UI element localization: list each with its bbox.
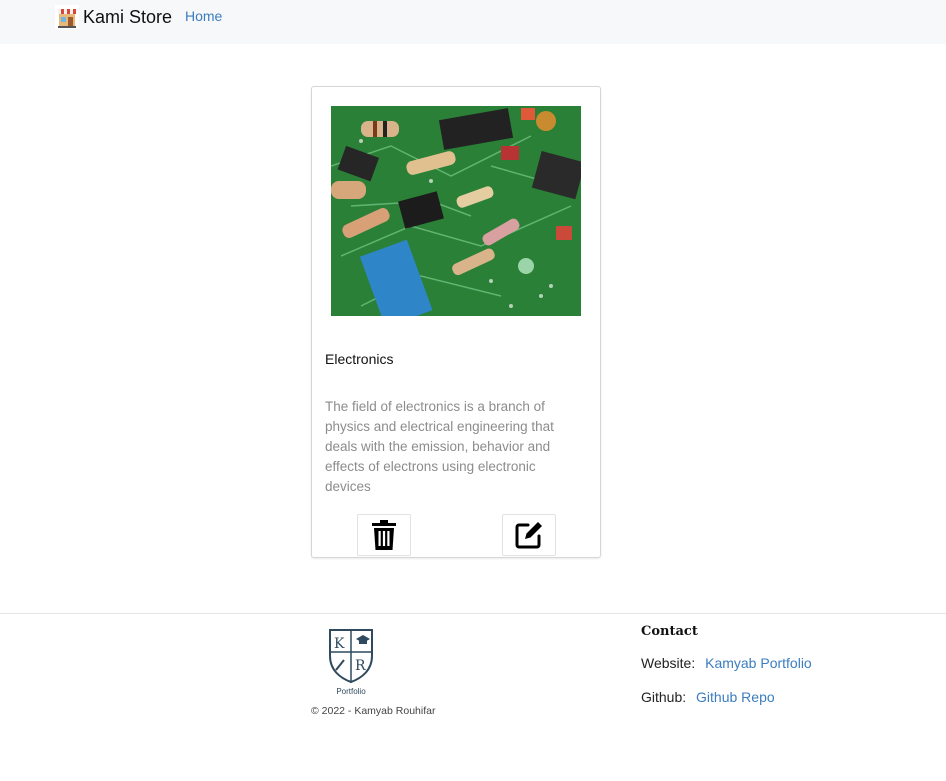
website-link[interactable]: Kamyab Portfolio — [705, 655, 812, 671]
delete-button[interactable] — [357, 514, 411, 556]
edit-icon — [515, 522, 542, 549]
card-description: The field of electronics is a branch of … — [325, 399, 554, 494]
website-row: Website: Kamyab Portfolio — [641, 655, 812, 671]
category-card: Electronics The field of electronics is … — [311, 86, 601, 558]
logo-caption: Portfolio — [336, 687, 366, 696]
circuit-board-image — [331, 106, 581, 316]
portfolio-logo: K R Portfolio — [329, 629, 373, 696]
edit-button[interactable] — [502, 514, 556, 556]
brand-link[interactable]: Kami Store — [55, 4, 172, 30]
logo-letter-k: K — [334, 636, 345, 652]
copyright-text: © 2022 - Kamyab Rouhifar — [311, 705, 436, 717]
trash-icon — [372, 520, 396, 550]
github-label: Github: — [641, 689, 687, 705]
brand-name: Kami Store — [83, 6, 173, 27]
contact-heading: Contact — [641, 624, 698, 639]
nav-link-home[interactable]: Home — [185, 8, 222, 24]
website-label: Website: — [641, 655, 696, 671]
github-link[interactable]: Github Repo — [696, 689, 775, 705]
store-icon — [55, 5, 79, 29]
footer: K R Portfolio © 2022 - Kamyab Rouhifar C… — [0, 613, 946, 781]
navbar: Kami Store Home — [0, 0, 946, 44]
card-title: Electronics — [325, 351, 394, 367]
logo-letter-r: R — [355, 658, 366, 674]
github-row: Github: Github Repo — [641, 689, 775, 705]
